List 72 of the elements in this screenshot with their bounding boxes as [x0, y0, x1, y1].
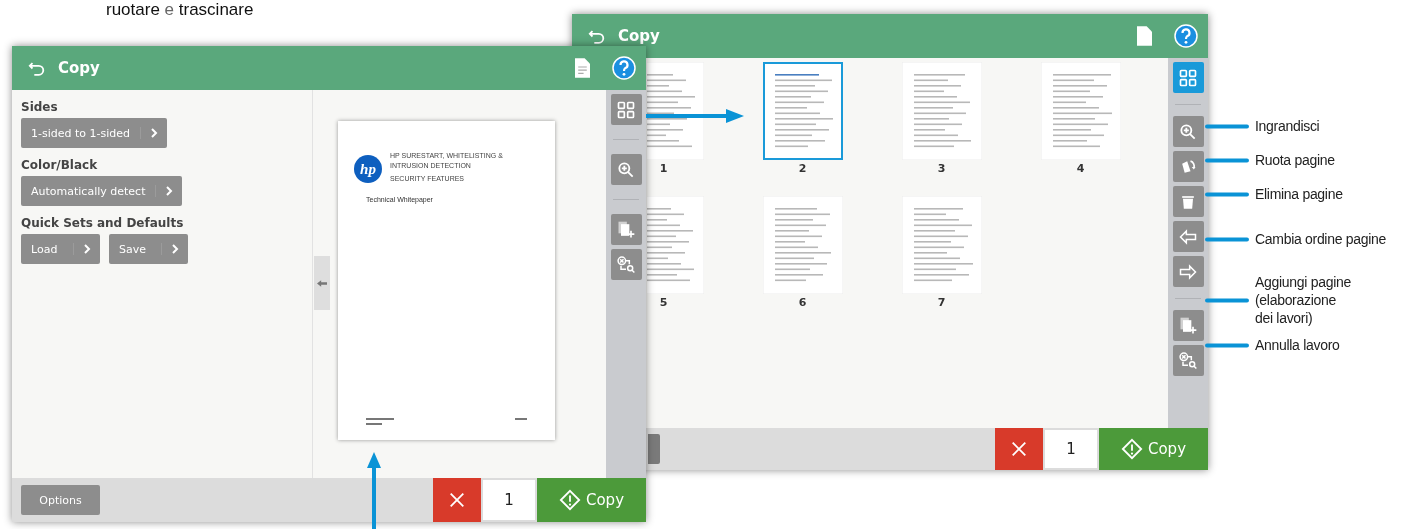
copy-button[interactable]: Copy [537, 478, 646, 522]
leader-line [1205, 157, 1249, 163]
grid-button[interactable] [1172, 62, 1204, 93]
add-pages-icon [616, 219, 636, 240]
page-number: 2 [798, 162, 807, 175]
page-number: 4 [1076, 162, 1085, 175]
move-right-button[interactable] [1172, 256, 1204, 287]
start-icon [558, 489, 581, 511]
help-icon[interactable] [612, 56, 636, 80]
help-icon[interactable] [1174, 24, 1198, 48]
page-number: 3 [937, 162, 946, 175]
page-thumbnail[interactable] [762, 62, 843, 160]
page-number: 7 [937, 296, 946, 309]
zoom-button[interactable] [610, 154, 642, 185]
leader-line [1205, 123, 1249, 129]
leader-line [1205, 342, 1249, 348]
footer-drawing [515, 418, 527, 421]
add-pages-button[interactable] [1172, 310, 1204, 341]
setting-label: Color/Black [21, 158, 99, 172]
move-left-button[interactable] [1172, 221, 1204, 252]
callout-label: Ingrandisci [1255, 117, 1320, 135]
rotate-button[interactable] [1172, 151, 1204, 182]
cancel-job-button[interactable] [1172, 345, 1204, 376]
callout-label: Cambia ordine pagine [1255, 230, 1386, 248]
zoom-in-icon [616, 159, 636, 180]
document-icon[interactable] [575, 58, 590, 78]
cancel-button[interactable] [995, 428, 1043, 470]
setting-button[interactable]: Automatically detect [21, 176, 183, 206]
collapse-handle[interactable] [314, 256, 330, 310]
start-icon [1120, 438, 1143, 460]
delete-button[interactable] [1172, 186, 1204, 217]
hp-logo: hp [354, 155, 382, 183]
callout-label: Elimina pagine [1255, 185, 1343, 203]
page-number: 6 [798, 296, 807, 309]
copy-button[interactable]: Copy [1099, 428, 1208, 470]
setting-button[interactable]: Save [109, 234, 188, 264]
window-title: Copy [58, 59, 100, 77]
back-icon[interactable] [588, 28, 606, 44]
caption-text: ruotare e trascinare [106, 0, 254, 20]
options-button[interactable]: Options [21, 485, 100, 515]
close-icon [1010, 440, 1028, 458]
cancel-job-icon [1178, 350, 1198, 371]
grid-icon [616, 99, 636, 120]
left-arrow-icon [317, 278, 327, 288]
cancel-button[interactable] [433, 478, 481, 522]
copies-field[interactable]: 1 [483, 480, 535, 520]
back-icon[interactable] [28, 60, 46, 76]
leader-line [1205, 191, 1249, 197]
footer-drawing [366, 418, 396, 426]
callout-label: Aggiungi pagine (elaborazione dei lavori) [1255, 273, 1351, 327]
setting-button[interactable]: 1-sided to 1-sided [21, 118, 167, 148]
setting-button[interactable]: Load [21, 234, 100, 264]
close-icon [448, 491, 466, 509]
cancel-job-icon [616, 254, 636, 275]
copies-field[interactable]: 1 [1045, 430, 1097, 468]
add-pages-icon [1178, 315, 1198, 336]
cancel-job-button[interactable] [610, 249, 642, 280]
zoom-button[interactable] [1172, 116, 1204, 147]
setting-label: Sides [21, 100, 59, 114]
zoom-in-icon [1178, 121, 1198, 142]
page-number: 5 [659, 296, 668, 309]
add-pages-button[interactable] [610, 214, 642, 245]
document-icon[interactable] [1137, 26, 1152, 46]
callout-label: Annulla lavoro [1255, 336, 1340, 354]
grid-button[interactable] [610, 94, 642, 125]
leader-line [1205, 297, 1249, 303]
setting-label: Quick Sets and Defaults [21, 216, 185, 230]
grid-icon [1178, 67, 1198, 88]
page-number: 1 [659, 162, 668, 175]
callout-label: Ruota pagine [1255, 151, 1335, 169]
window-title: Copy [618, 27, 660, 45]
leader-line [1205, 236, 1249, 242]
